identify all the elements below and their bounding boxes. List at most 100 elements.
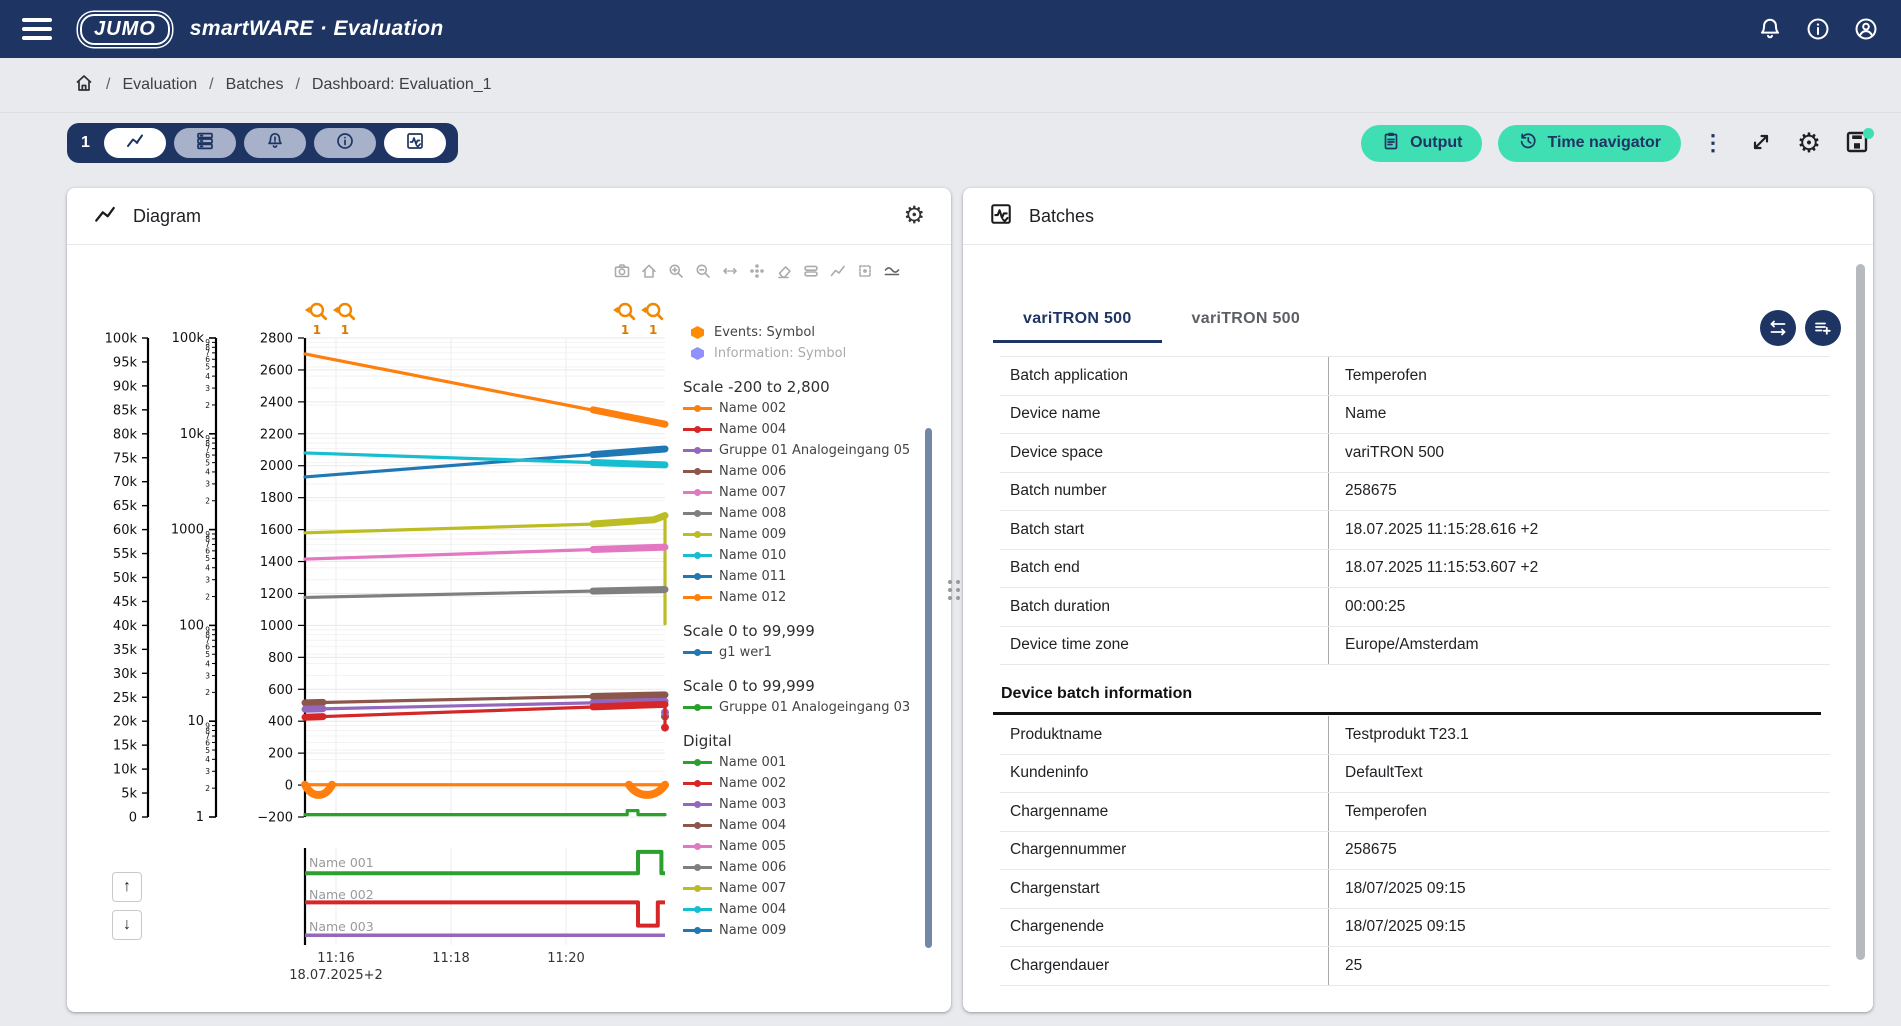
trend-line-icon[interactable]	[829, 262, 847, 280]
home-icon[interactable]	[640, 262, 658, 280]
tab-batches[interactable]	[384, 128, 446, 158]
legend-item[interactable]: Name 009	[683, 920, 983, 941]
trend-icon	[125, 131, 145, 156]
swap-columns-button[interactable]	[1760, 310, 1796, 346]
tab-diagram[interactable]	[104, 128, 166, 158]
svg-text:0: 0	[129, 811, 137, 826]
table-row: Batch duration00:00:25	[1000, 588, 1830, 627]
legend-line-sample	[683, 706, 712, 709]
legend-item[interactable]: Name 010	[683, 545, 983, 566]
legend-item-label: Name 007	[719, 881, 786, 896]
eraser-icon[interactable]	[775, 262, 793, 280]
row-label: Batch start	[1000, 511, 1328, 549]
svg-text:10k: 10k	[180, 427, 205, 442]
tab-table[interactable]	[174, 128, 236, 158]
expand-icon	[1749, 130, 1773, 157]
menu-icon[interactable]	[22, 18, 52, 40]
legend-item-label: Name 009	[719, 923, 786, 938]
legend-item[interactable]: g1 wer1	[683, 642, 983, 663]
svg-text:5: 5	[205, 650, 210, 659]
row-value: 18.07.2025 11:15:53.607 +2	[1328, 550, 1830, 588]
home-icon[interactable]	[74, 73, 94, 98]
batch-tab-1[interactable]: variTRON 500	[993, 296, 1162, 343]
settings-button[interactable]: ⚙	[1793, 127, 1825, 159]
toolbar-actions: Output Time navigator ⋮ ⚙	[1361, 123, 1873, 163]
legend-item[interactable]: Name 004	[683, 419, 983, 440]
table-row: Batch applicationTemperofen	[1000, 357, 1830, 396]
table-row: Chargendauer25	[1000, 947, 1830, 986]
svg-text:11:16: 11:16	[317, 951, 354, 966]
legend-item[interactable]: Name 002	[683, 398, 983, 419]
legend-item[interactable]: Name 007	[683, 482, 983, 503]
svg-text:800: 800	[268, 651, 293, 666]
legend-scrollbar[interactable]	[925, 428, 932, 948]
svg-text:1800: 1800	[260, 491, 293, 506]
breadcrumb-item[interactable]: Batches	[226, 76, 284, 94]
legend-item[interactable]: Name 004	[683, 815, 983, 836]
svg-text:2: 2	[205, 688, 210, 697]
zoom-out-icon[interactable]	[694, 262, 712, 280]
svg-text:1: 1	[621, 323, 629, 337]
legend-item[interactable]: Gruppe 01 Analogeingang 03	[683, 697, 983, 718]
legend-item[interactable]: Name 005	[683, 836, 983, 857]
event-marker-icon	[613, 304, 634, 319]
legend-item[interactable]: Name 007	[683, 878, 983, 899]
breadcrumb-item[interactable]: Dashboard: Evaluation_1	[312, 76, 492, 94]
tab-information[interactable]	[314, 128, 376, 158]
pan-arrows-icon[interactable]	[721, 262, 739, 280]
legend-item[interactable]: Name 004	[683, 899, 983, 920]
legend-symbol-item[interactable]: Information: Symbol	[683, 343, 983, 364]
stacked-rows-icon[interactable]	[802, 262, 820, 280]
legend-group-title: Scale 0 to 99,999	[683, 675, 983, 697]
legend-item[interactable]: Name 003	[683, 794, 983, 815]
table-row: Chargenstart18/07/2025 09:15	[1000, 870, 1830, 909]
notifications-icon[interactable]	[1757, 16, 1783, 42]
svg-text:1: 1	[196, 810, 204, 825]
legend-item-label: Name 004	[719, 422, 786, 437]
tab-alarms[interactable]	[244, 128, 306, 158]
legend-item[interactable]: Name 008	[683, 503, 983, 524]
breadcrumb-item[interactable]: Evaluation	[122, 76, 197, 94]
box-select-icon[interactable]	[856, 262, 874, 280]
area-compare-icon[interactable]	[883, 262, 901, 280]
svg-text:200: 200	[268, 747, 293, 762]
lasso-points-icon[interactable]	[748, 262, 766, 280]
info-icon[interactable]	[1805, 16, 1831, 42]
legend-item[interactable]: Name 009	[683, 524, 983, 545]
camera-icon[interactable]	[613, 262, 631, 280]
svg-text:3: 3	[205, 384, 210, 393]
svg-text:45k: 45k	[113, 595, 138, 610]
move-down-button[interactable]: ↓	[112, 910, 142, 940]
svg-text:25k: 25k	[113, 691, 138, 706]
clipboard-icon	[1381, 131, 1401, 156]
diagram-panel: Diagram ⚙ 100k95k90k85k80k75k70k65k60k55…	[67, 188, 951, 1012]
legend-item[interactable]: Name 006	[683, 461, 983, 482]
legend-item[interactable]: Gruppe 01 Analogeingang 05	[683, 440, 983, 461]
zoom-in-icon[interactable]	[667, 262, 685, 280]
kebab-icon: ⋮	[1702, 130, 1724, 156]
legend-item[interactable]: Name 006	[683, 857, 983, 878]
svg-text:100k: 100k	[105, 332, 138, 347]
move-up-button[interactable]: ↑	[112, 872, 142, 902]
legend-item[interactable]: Name 011	[683, 566, 983, 587]
legend-symbol-item[interactable]: Events: Symbol	[683, 322, 983, 343]
svg-text:95k: 95k	[113, 355, 138, 370]
save-button[interactable]	[1841, 127, 1873, 159]
fullscreen-button[interactable]	[1745, 127, 1777, 159]
swap-horizontal-icon	[1768, 318, 1788, 338]
add-to-list-button[interactable]	[1805, 310, 1841, 346]
batch-tab-2[interactable]: variTRON 500	[1162, 296, 1331, 343]
time-navigator-button[interactable]: Time navigator	[1498, 125, 1681, 162]
panel-resize-handle[interactable]	[948, 580, 960, 600]
svg-text:−200: −200	[257, 811, 293, 826]
account-icon[interactable]	[1853, 16, 1879, 42]
output-button[interactable]: Output	[1361, 125, 1482, 162]
more-options-button[interactable]: ⋮	[1697, 127, 1729, 159]
legend-item[interactable]: Name 012	[683, 587, 983, 608]
batches-scrollbar[interactable]	[1856, 264, 1865, 960]
row-label: Batch application	[1000, 357, 1328, 395]
legend-item[interactable]: Name 001	[683, 752, 983, 773]
svg-text:2: 2	[205, 401, 210, 410]
legend-item[interactable]: Name 002	[683, 773, 983, 794]
legend-line-sample	[683, 824, 712, 827]
